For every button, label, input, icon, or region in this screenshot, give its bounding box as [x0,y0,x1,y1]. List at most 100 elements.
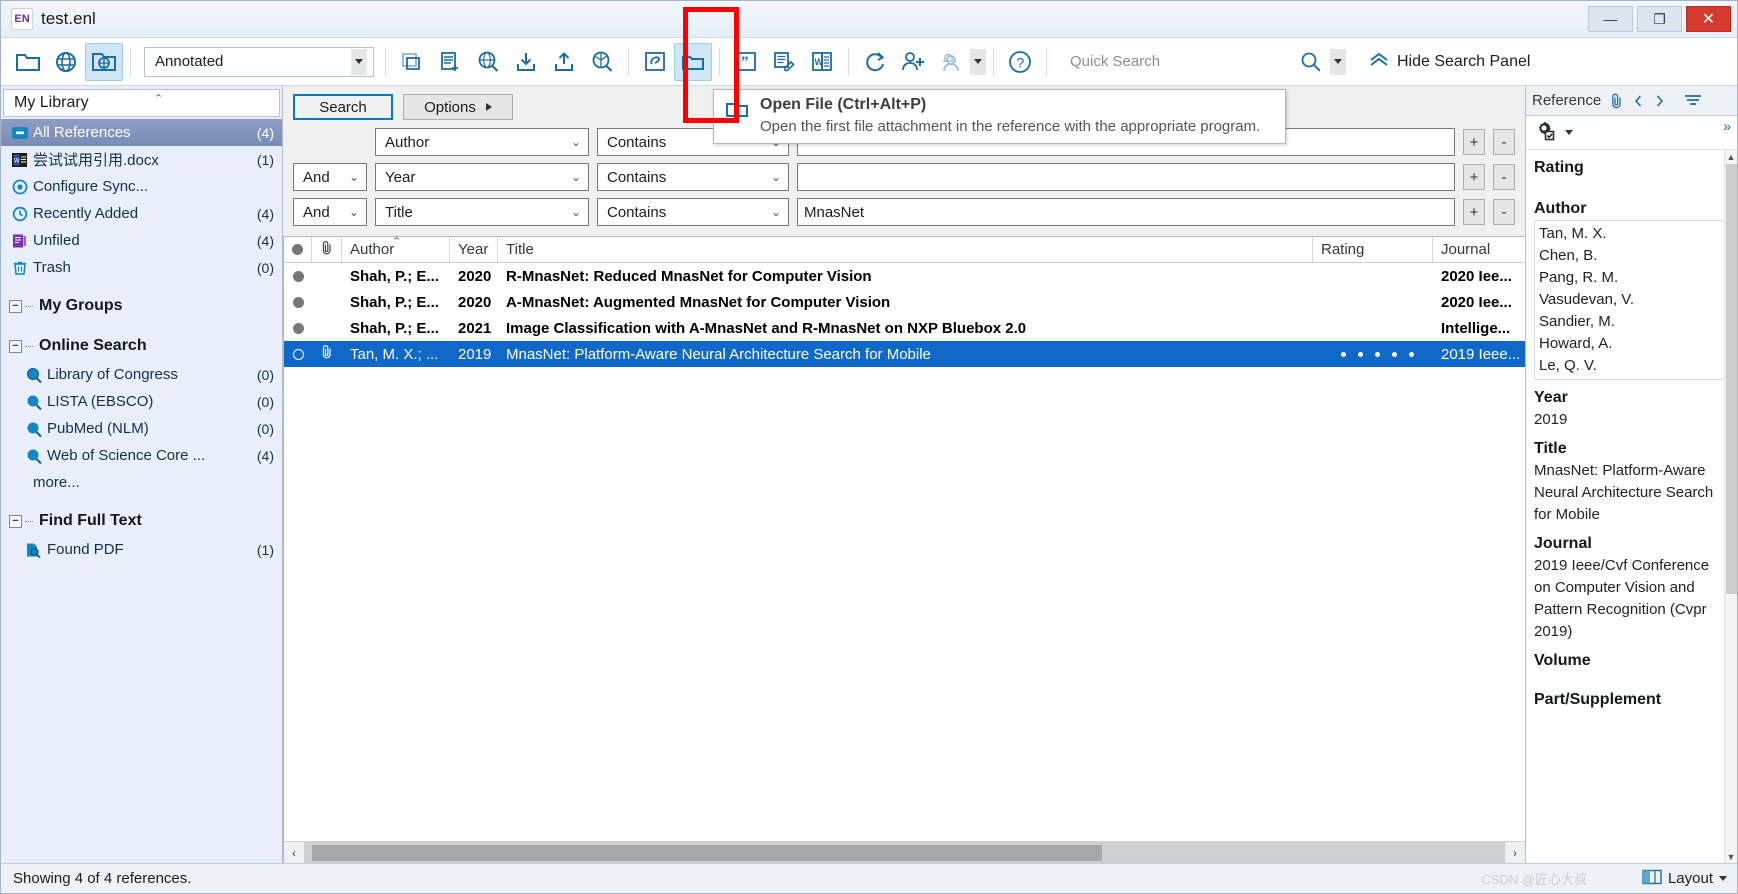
open-library-folder-icon[interactable] [9,43,47,81]
maximize-button[interactable]: ❐ [1637,6,1682,32]
sync-icon[interactable] [856,43,894,81]
library-header[interactable]: My Library ⌃ [3,89,280,117]
search-field-select[interactable]: Title ⌄ [375,198,589,226]
row-rating[interactable] [1313,289,1433,315]
online-search-magnifier-icon[interactable] [469,43,507,81]
sidebar-group-find-full-text[interactable]: − Find Full Text [1,506,282,536]
search-icon[interactable] [1300,51,1322,73]
chevron-down-icon[interactable] [351,48,367,75]
filter-icon[interactable] [1684,94,1702,108]
new-reference-icon[interactable] [431,43,469,81]
quick-search-dropdown-icon[interactable] [1330,48,1346,75]
tab-reference[interactable]: Reference [1532,92,1601,109]
output-style-select[interactable]: Annotated [144,46,374,77]
search-field-select[interactable]: Author ⌄ [375,128,589,156]
column-header-read-status[interactable] [284,236,312,263]
row-read-status[interactable] [284,315,312,341]
search-operator-select[interactable]: Contains ⌄ [597,198,789,226]
field-value-author[interactable]: Tan, M. X. Chen, B. Pang, R. M. Vasudeva… [1534,220,1727,380]
settings-gear-icon[interactable] [1534,119,1560,147]
table-row[interactable]: Shah, P.; E... 2021 Image Classification… [284,315,1525,341]
field-value-journal[interactable]: 2019 Ieee/Cvf Conference on Computer Vis… [1534,555,1727,643]
collapse-minus-icon[interactable]: − [9,514,22,528]
field-value-rating[interactable] [1534,179,1727,191]
chevron-left-icon[interactable] [1632,94,1645,108]
sidebar-item-library-of-congress[interactable]: Library of Congress (0) [1,361,282,388]
sidebar-item-docx[interactable]: W 尝试试用引用.docx (1) [1,146,282,173]
scroll-up-icon[interactable]: ▲ [1725,150,1737,163]
sidebar-item-configure-sync[interactable]: Configure Sync... [1,173,282,200]
search-boolean-select[interactable]: And ⌄ [293,163,367,191]
column-header-author[interactable]: Author ⌃ [342,236,450,263]
sidebar-item-lista-ebsco[interactable]: LISTA (EBSCO) (0) [1,388,282,415]
column-header-attachment[interactable] [312,236,342,263]
table-row[interactable]: Shah, P.; E... 2020 R-MnasNet: Reduced M… [284,263,1525,289]
reference-panel-scrollbar[interactable]: ▲ ▼ [1724,150,1737,863]
remove-search-row-button[interactable]: - [1493,129,1515,155]
find-full-text-pdf-icon[interactable] [583,43,621,81]
sidebar-item-web-of-science[interactable]: Web of Science Core ... (4) [1,442,282,469]
help-icon[interactable]: ? [1001,43,1039,81]
remove-search-row-button[interactable]: - [1493,164,1515,190]
open-url-link-icon[interactable] [636,43,674,81]
sidebar-item-trash[interactable]: Trash (0) [1,254,282,281]
table-row[interactable]: Shah, P.; E... 2020 A-MnasNet: Augmented… [284,289,1525,315]
options-button[interactable]: Options [403,94,513,120]
expand-double-chevron-icon[interactable]: » [1723,118,1731,134]
search-field-select[interactable]: Year ⌄ [375,163,589,191]
export-upload-icon[interactable] [545,43,583,81]
online-search-globe-icon[interactable] [47,43,85,81]
column-header-journal[interactable]: Journal [1433,237,1525,263]
scrollbar-thumb[interactable] [1726,164,1737,594]
scroll-down-icon[interactable]: ▼ [1725,850,1737,863]
add-search-row-button[interactable]: + [1463,129,1485,155]
chevron-down-icon[interactable] [1719,876,1727,881]
activity-dropdown-caret-icon[interactable] [970,48,986,75]
import-download-icon[interactable] [507,43,545,81]
copy-references-icon[interactable] [393,43,431,81]
quick-search-input[interactable]: Quick Search [1070,53,1270,70]
collapse-minus-icon[interactable]: − [9,339,22,353]
row-attachment[interactable] [312,341,342,367]
sidebar-item-pubmed-nlm[interactable]: PubMed (NLM) (0) [1,415,282,442]
format-bibliography-icon[interactable] [765,43,803,81]
column-header-year[interactable]: Year [450,236,498,263]
scrollbar-thumb[interactable] [312,844,1102,861]
sidebar-group-online-search[interactable]: − Online Search [1,331,282,361]
row-rating[interactable] [1313,315,1433,341]
close-button[interactable]: ✕ [1686,6,1731,32]
open-file-folder-icon[interactable] [674,42,712,81]
table-row-selected[interactable]: Tan, M. X.; ... 2019 MnasNet: Platform-A… [284,341,1525,367]
sidebar-item-recently-added[interactable]: Recently Added (4) [1,200,282,227]
activity-feed-icon[interactable] [932,43,970,81]
column-header-title[interactable]: Title [498,236,1313,263]
column-header-rating[interactable]: Rating [1313,236,1433,263]
cite-while-you-write-word-icon[interactable]: W [803,43,841,81]
share-library-icon[interactable] [894,43,932,81]
sidebar-item-found-pdf[interactable]: Found PDF (1) [1,536,282,563]
integrated-library-globe-folder-icon[interactable] [85,42,123,81]
field-value-year[interactable]: 2019 [1534,409,1727,431]
add-search-row-button[interactable]: + [1463,199,1485,225]
search-boolean-select[interactable]: And ⌄ [293,198,367,226]
search-button[interactable]: Search [293,94,393,120]
field-value-title[interactable]: MnasNet: Platform-Aware Neural Architect… [1534,460,1727,526]
row-rating[interactable] [1313,341,1433,367]
sidebar-group-my-groups[interactable]: − My Groups [1,291,282,321]
add-search-row-button[interactable]: + [1463,164,1485,190]
search-operator-select[interactable]: Contains ⌄ [597,163,789,191]
sidebar-more-link[interactable]: more... [1,469,282,496]
collapse-minus-icon[interactable]: − [9,299,22,313]
scroll-right-icon[interactable]: › [1505,841,1525,864]
row-rating[interactable] [1313,263,1433,289]
row-read-status[interactable] [284,289,312,315]
remove-search-row-button[interactable]: - [1493,199,1515,225]
row-read-status[interactable] [284,341,312,367]
horizontal-scrollbar[interactable]: ‹ › [284,841,1525,864]
layout-control[interactable]: Layout [1642,869,1727,889]
chevron-down-icon[interactable] [1565,130,1573,135]
chevron-right-icon[interactable] [1653,94,1666,108]
insert-citation-quote-icon[interactable]: ” [727,43,765,81]
sidebar-item-all-references[interactable]: All References (4) [1,119,282,146]
scroll-left-icon[interactable]: ‹ [284,841,304,864]
